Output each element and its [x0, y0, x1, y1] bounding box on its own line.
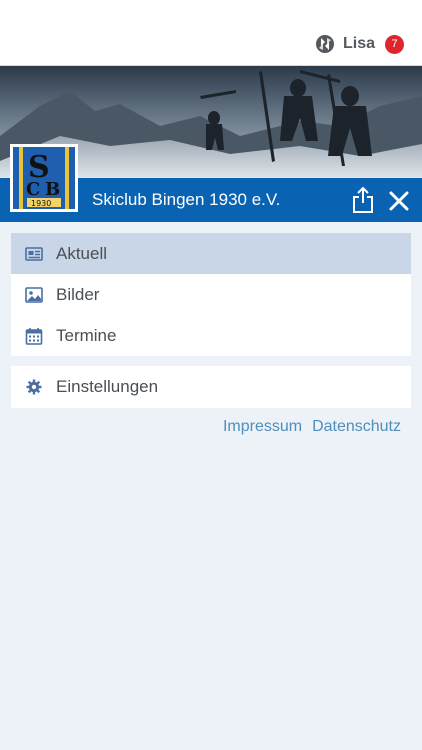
svg-text:C: C — [26, 179, 40, 200]
close-button[interactable] — [386, 188, 412, 214]
datenschutz-link[interactable]: Datenschutz — [312, 418, 401, 436]
settings-label: Einstellungen — [56, 377, 159, 396]
menu-item-termine[interactable]: Termine — [11, 315, 411, 356]
club-name: Skiclub Bingen 1930 e.V. — [92, 190, 281, 209]
menu-item-label: Termine — [56, 325, 117, 345]
image-icon — [25, 286, 43, 304]
menu-item-label: Aktuell — [56, 243, 108, 263]
user-name: Lisa — [342, 35, 375, 52]
top-bar: Lisa 7 — [0, 0, 422, 66]
menu-item-aktuell[interactable]: Aktuell — [11, 233, 411, 274]
notification-badge: 7 — [385, 34, 404, 54]
svg-text:B: B — [45, 179, 60, 200]
navigation-menu: Aktuell Bilder Termine — [11, 233, 411, 356]
share-icon — [353, 186, 373, 213]
app-logo-icon — [315, 34, 335, 54]
footer-links: Impressum Datenschutz — [223, 418, 401, 436]
share-button[interactable] — [350, 186, 376, 214]
newspaper-icon — [25, 245, 43, 263]
calendar-icon — [25, 327, 43, 345]
impressum-link[interactable]: Impressum — [223, 418, 302, 436]
club-logo-image: S C B 1930 — [13, 147, 75, 209]
menu-item-einstellungen[interactable]: Einstellungen — [11, 366, 411, 408]
gear-icon — [25, 378, 43, 396]
svg-text:1930: 1930 — [31, 199, 51, 208]
menu-item-bilder[interactable]: Bilder — [11, 274, 411, 315]
user-menu[interactable]: Lisa 7 — [315, 32, 404, 56]
club-logo: S C B 1930 — [10, 144, 78, 212]
menu-item-label: Bilder — [56, 284, 100, 304]
close-icon — [389, 191, 409, 211]
